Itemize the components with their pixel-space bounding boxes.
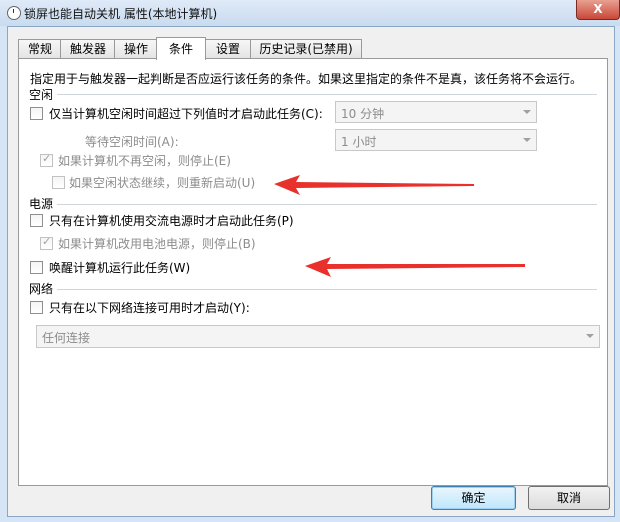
section-divider xyxy=(57,204,597,205)
stop-on-battery-checkbox[interactable]: ✓ xyxy=(40,235,53,250)
chevron-down-icon xyxy=(586,334,594,338)
wake-computer-checkbox[interactable] xyxy=(30,261,43,274)
wake-computer-label: 唤醒计算机运行此任务(W) xyxy=(49,261,191,275)
tab-actions[interactable]: 操作 xyxy=(114,39,158,59)
checkmark-icon: ✓ xyxy=(42,235,52,248)
idle-duration-value: 10 分钟 xyxy=(341,107,385,121)
restart-if-idle-label: 如果空闲状态继续，则重新启动(U) xyxy=(69,176,256,190)
close-button[interactable]: X xyxy=(576,0,620,20)
wait-idle-dropdown[interactable]: 1 小时 xyxy=(335,129,537,151)
restart-if-idle-checkbox[interactable] xyxy=(52,176,65,189)
wait-idle-value: 1 小时 xyxy=(341,135,377,149)
description-text: 指定用于与触发器一起判断是否应运行该任务的条件。如果这里指定的条件不是真，该任务… xyxy=(30,72,583,86)
ok-button[interactable]: 确定 xyxy=(431,486,516,510)
clock-icon xyxy=(7,6,21,20)
window-title: 锁屏也能自动关机 属性(本地计算机) xyxy=(24,7,218,21)
network-connection-dropdown[interactable]: 任何连接 xyxy=(36,325,600,348)
section-divider xyxy=(57,289,597,290)
section-label-power: 电源 xyxy=(29,197,54,211)
chevron-down-icon xyxy=(523,138,531,142)
ac-power-only-label: 只有在计算机使用交流电源时才启动此任务(P) xyxy=(49,214,294,228)
tab-general[interactable]: 常规 xyxy=(18,39,62,59)
tab-triggers[interactable]: 触发器 xyxy=(60,39,116,59)
annotation-arrow xyxy=(305,257,525,277)
title-bar[interactable]: 锁屏也能自动关机 属性(本地计算机) X xyxy=(0,0,620,26)
network-connection-value: 任何连接 xyxy=(42,331,91,345)
wait-idle-label: 等待空闲时间(A): xyxy=(85,135,179,149)
start-if-idle-checkbox[interactable] xyxy=(30,107,43,120)
tab-conditions[interactable]: 条件 xyxy=(156,37,206,60)
dialog-body: 常规 触发器 操作 条件 设置 历史记录(已禁用) 指定用于与触发器一起判断是否… xyxy=(7,26,615,517)
ac-power-only-checkbox[interactable] xyxy=(30,214,43,227)
section-divider xyxy=(57,94,597,95)
start-if-idle-label: 仅当计算机空闲时间超过下列值时才启动此任务(C): xyxy=(49,107,323,121)
idle-duration-dropdown[interactable]: 10 分钟 xyxy=(335,101,537,123)
annotation-arrow-shape xyxy=(274,175,474,195)
network-only-checkbox[interactable] xyxy=(30,301,43,314)
conditions-panel: 指定用于与触发器一起判断是否应运行该任务的条件。如果这里指定的条件不是真，该任务… xyxy=(18,58,608,486)
chevron-down-icon xyxy=(523,110,531,114)
annotation-arrow-shape xyxy=(305,257,525,277)
network-only-label: 只有在以下网络连接可用时才启动(Y): xyxy=(49,301,250,315)
tab-settings[interactable]: 设置 xyxy=(204,39,252,59)
tab-history[interactable]: 历史记录(已禁用) xyxy=(250,39,362,59)
stop-on-battery-label: 如果计算机改用电池电源，则停止(B) xyxy=(58,237,256,251)
checkmark-icon: ✓ xyxy=(42,152,52,165)
cancel-button[interactable]: 取消 xyxy=(528,486,610,510)
stop-if-not-idle-checkbox[interactable]: ✓ xyxy=(40,152,53,167)
section-label-network: 网络 xyxy=(29,282,54,296)
section-label-idle: 空闲 xyxy=(29,88,54,102)
stop-if-not-idle-label: 如果计算机不再空闲，则停止(E) xyxy=(58,154,231,168)
annotation-arrow xyxy=(274,175,474,195)
properties-window: 锁屏也能自动关机 属性(本地计算机) X 常规 触发器 操作 条件 设置 历史记… xyxy=(0,0,620,522)
